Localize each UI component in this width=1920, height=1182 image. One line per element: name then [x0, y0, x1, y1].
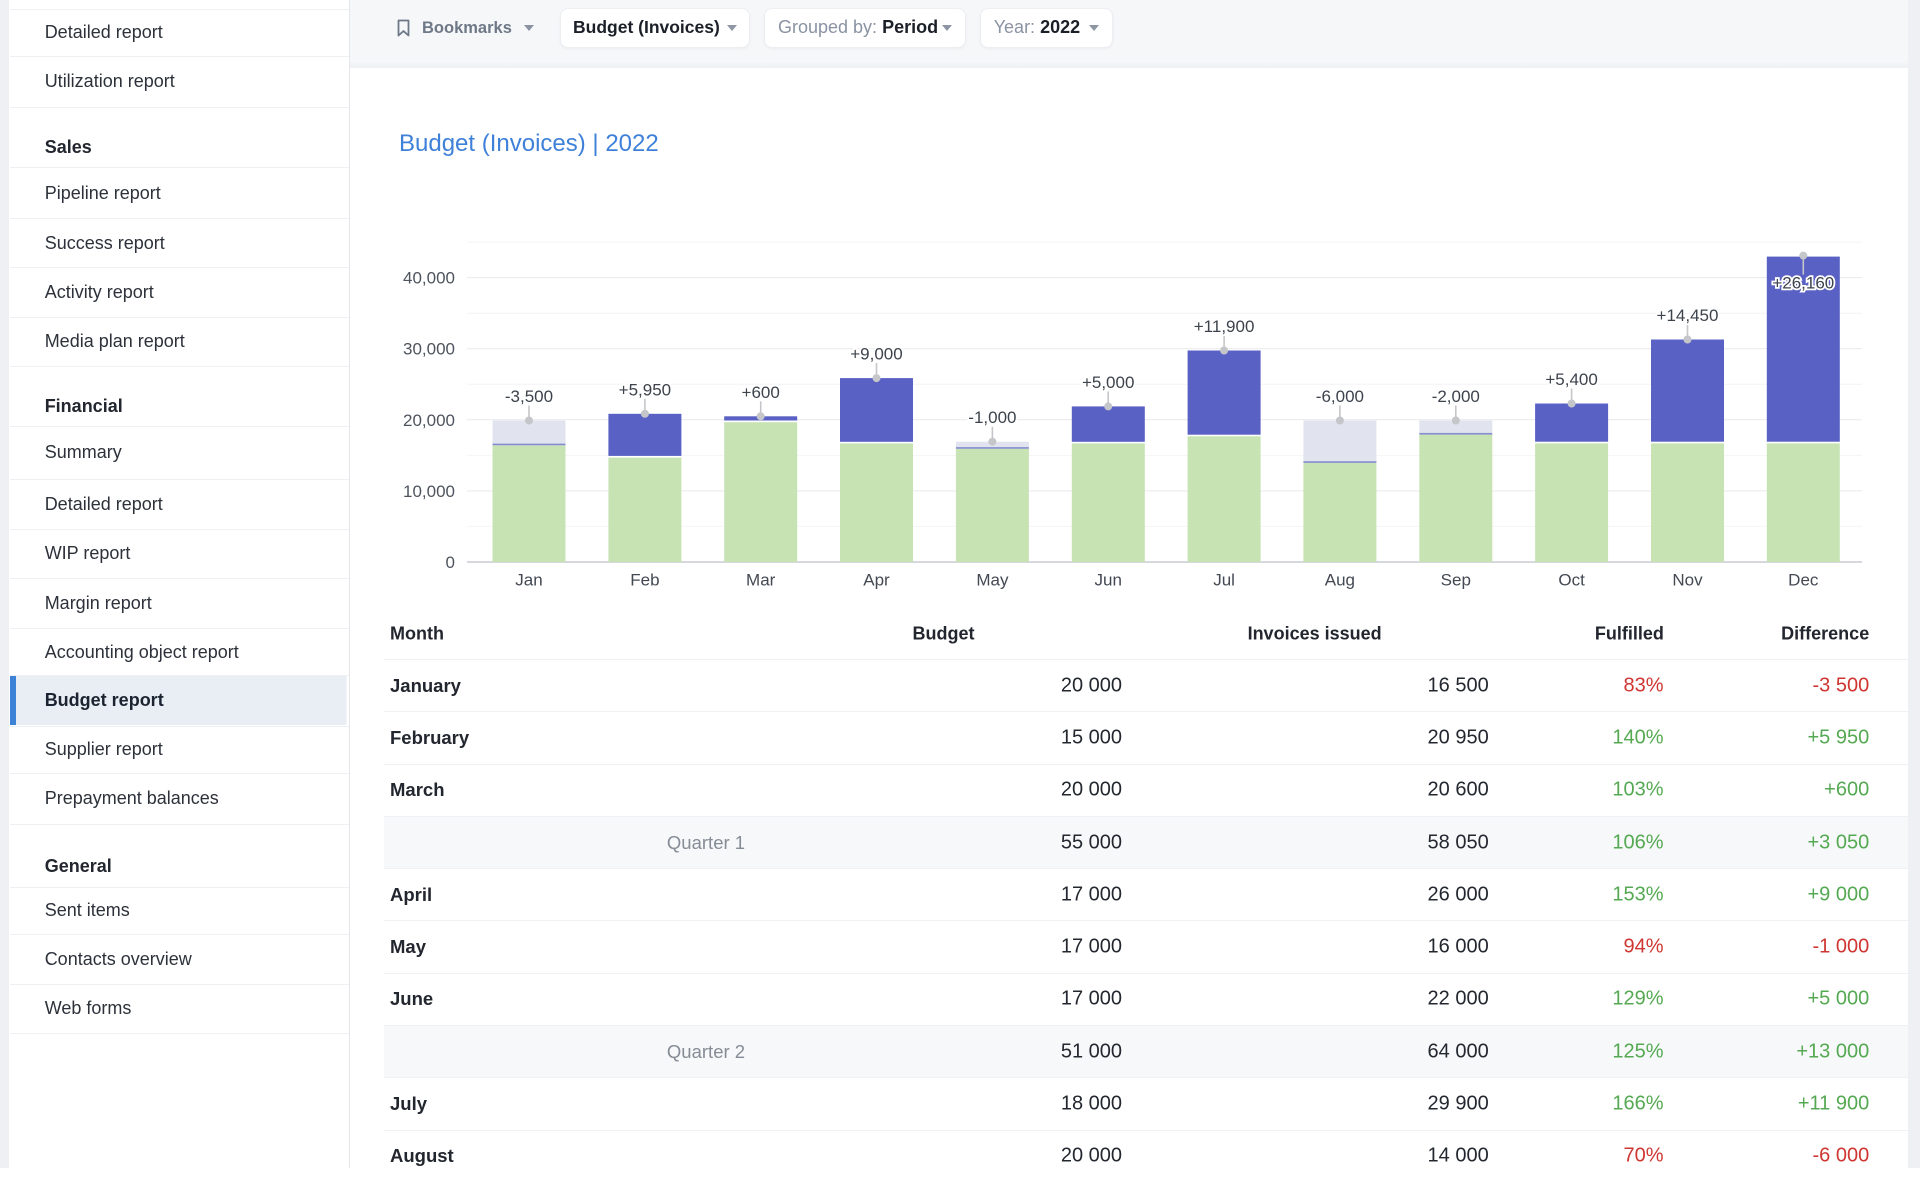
- svg-text:May: May: [976, 571, 1009, 590]
- svg-text:Jan: Jan: [515, 571, 542, 590]
- svg-text:Oct: Oct: [1558, 571, 1585, 590]
- svg-text:Jun: Jun: [1094, 571, 1121, 590]
- svg-text:20,000: 20,000: [403, 411, 455, 430]
- svg-text:+600: +600: [742, 383, 780, 402]
- svg-text:10,000: 10,000: [403, 482, 455, 501]
- svg-text:Nov: Nov: [1672, 571, 1703, 590]
- svg-text:-1,000: -1,000: [968, 408, 1016, 427]
- svg-text:Jul: Jul: [1213, 571, 1235, 590]
- svg-text:-6,000: -6,000: [1316, 387, 1364, 406]
- svg-text:Feb: Feb: [630, 571, 659, 590]
- svg-text:Apr: Apr: [863, 571, 890, 590]
- svg-text:+26,160: +26,160: [1772, 274, 1834, 293]
- svg-text:30,000: 30,000: [403, 340, 455, 359]
- svg-text:+11,900: +11,900: [1194, 317, 1255, 336]
- svg-text:0: 0: [446, 553, 455, 572]
- svg-text:+9,000: +9,000: [850, 345, 902, 364]
- svg-text:+14,450: +14,450: [1657, 306, 1719, 325]
- svg-text:+5,950: +5,950: [619, 380, 671, 399]
- svg-text:Aug: Aug: [1325, 571, 1355, 590]
- svg-text:-2,000: -2,000: [1432, 387, 1480, 406]
- svg-text:Dec: Dec: [1788, 571, 1819, 590]
- svg-text:-3,500: -3,500: [505, 387, 553, 406]
- svg-text:Mar: Mar: [746, 571, 776, 590]
- svg-text:Sep: Sep: [1441, 571, 1471, 590]
- svg-text:+5,000: +5,000: [1082, 373, 1134, 392]
- svg-text:40,000: 40,000: [403, 269, 455, 288]
- svg-text:+5,400: +5,400: [1545, 370, 1597, 389]
